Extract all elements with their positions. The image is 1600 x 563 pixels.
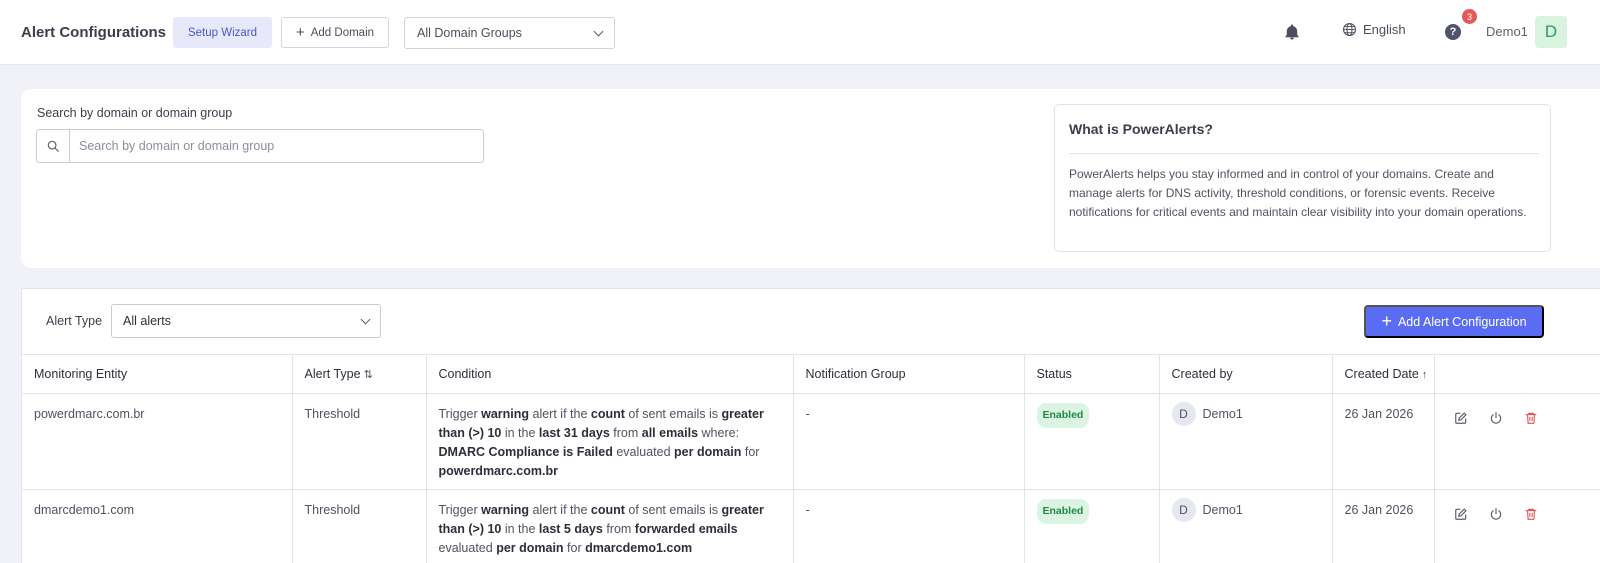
setup-wizard-button[interactable]: Setup Wizard	[173, 17, 272, 48]
info-box: What is PowerAlerts? PowerAlerts helps y…	[1054, 104, 1551, 252]
cell-alert-type: Threshold	[292, 393, 427, 490]
search-panel: Search by domain or domain group What is…	[21, 89, 1600, 268]
cell-condition: Trigger warning alert if the count of se…	[426, 489, 794, 563]
alerts-table: Monitoring Entity Alert Type ⇅ Condition …	[22, 354, 1600, 563]
edit-icon[interactable]	[1454, 507, 1468, 521]
alert-type-label: Alert Type	[46, 314, 103, 328]
alert-type-value: All alerts	[123, 314, 171, 328]
column-header-created-date[interactable]: Created Date ↑	[1332, 354, 1435, 394]
power-icon[interactable]	[1489, 507, 1503, 521]
search-icon	[37, 130, 70, 162]
info-title: What is PowerAlerts?	[1069, 121, 1213, 137]
help-icon[interactable]: ?	[1445, 24, 1461, 40]
column-header-label: Created Date	[1344, 367, 1419, 381]
created-by-name: Demo1	[1202, 406, 1243, 421]
cell-created-date: 26 Jan 2026	[1332, 489, 1435, 563]
search-box	[36, 129, 484, 163]
cell-created-by: D Demo1	[1159, 489, 1333, 563]
search-label: Search by domain or domain group	[37, 106, 233, 120]
add-domain-button[interactable]: + Add Domain	[281, 17, 389, 48]
cell-condition: Trigger warning alert if the count of se…	[426, 393, 794, 490]
info-text: PowerAlerts helps you stay informed and …	[1069, 167, 1527, 219]
globe-icon	[1343, 23, 1356, 36]
table-row: dmarcdemo1.com Threshold Trigger warning…	[22, 489, 1600, 563]
edit-icon[interactable]	[1454, 411, 1468, 425]
table-row: powerdmarc.com.br Threshold Trigger warn…	[22, 393, 1600, 490]
status-badge: Enabled	[1036, 403, 1090, 428]
sort-icon[interactable]: ⇅	[364, 369, 373, 381]
add-domain-label: Add Domain	[310, 26, 375, 39]
column-header-created-by: Created by	[1159, 354, 1333, 394]
top-bar: Alert Configurations Setup Wizard + Add …	[0, 0, 1600, 65]
avatar[interactable]: D	[1535, 16, 1567, 48]
cell-notification-group: -	[793, 489, 1025, 563]
bell-icon[interactable]	[1283, 23, 1301, 41]
domain-groups-value: All Domain Groups	[417, 26, 522, 40]
column-header-label: Alert Type	[304, 367, 361, 381]
avatar: D	[1171, 498, 1196, 522]
avatar: D	[1171, 402, 1196, 426]
add-alert-configuration-button[interactable]: + Add Alert Configuration	[1364, 305, 1544, 338]
power-icon[interactable]	[1489, 411, 1503, 425]
chevron-down-icon	[360, 314, 371, 325]
alerts-table-panel: Alert Type All alerts + Add Alert Config…	[21, 288, 1600, 563]
notification-badge: 3	[1462, 9, 1477, 24]
trash-icon[interactable]	[1524, 507, 1538, 521]
language-selector[interactable]: English	[1342, 22, 1406, 37]
status-badge: Enabled	[1036, 499, 1090, 524]
divider	[1069, 153, 1539, 154]
created-by-name: Demo1	[1202, 502, 1243, 517]
add-alert-label: Add Alert Configuration	[1397, 314, 1527, 329]
cell-status: Enabled	[1024, 489, 1160, 563]
cell-actions	[1434, 489, 1600, 563]
plus-icon: +	[1381, 310, 1392, 331]
table-header-row: Monitoring Entity Alert Type ⇅ Condition …	[22, 354, 1600, 394]
column-header-alert-type[interactable]: Alert Type ⇅	[292, 354, 427, 394]
cell-actions	[1434, 393, 1600, 490]
chevron-down-icon	[593, 26, 604, 37]
cell-status: Enabled	[1024, 393, 1160, 490]
sort-icon[interactable]: ↑	[1422, 369, 1428, 381]
search-input[interactable]	[70, 130, 483, 162]
cell-monitoring-entity: dmarcdemo1.com	[22, 489, 293, 563]
cell-monitoring-entity: powerdmarc.com.br	[22, 393, 293, 490]
language-label: English	[1363, 22, 1406, 37]
cell-created-date: 26 Jan 2026	[1332, 393, 1435, 490]
alert-type-select[interactable]: All alerts	[111, 304, 381, 338]
user-name[interactable]: Demo1	[1486, 24, 1528, 39]
trash-icon[interactable]	[1524, 411, 1538, 425]
cell-notification-group: -	[793, 393, 1025, 490]
column-header-notification-group: Notification Group	[793, 354, 1025, 394]
column-header-status: Status	[1024, 354, 1160, 394]
column-header-actions	[1434, 354, 1600, 394]
page-title: Alert Configurations	[21, 24, 166, 41]
plus-icon: +	[295, 24, 305, 41]
cell-created-by: D Demo1	[1159, 393, 1333, 490]
domain-groups-select[interactable]: All Domain Groups	[404, 17, 615, 49]
column-header-monitoring-entity[interactable]: Monitoring Entity	[22, 354, 293, 394]
cell-alert-type: Threshold	[292, 489, 427, 563]
column-header-condition: Condition	[426, 354, 794, 394]
